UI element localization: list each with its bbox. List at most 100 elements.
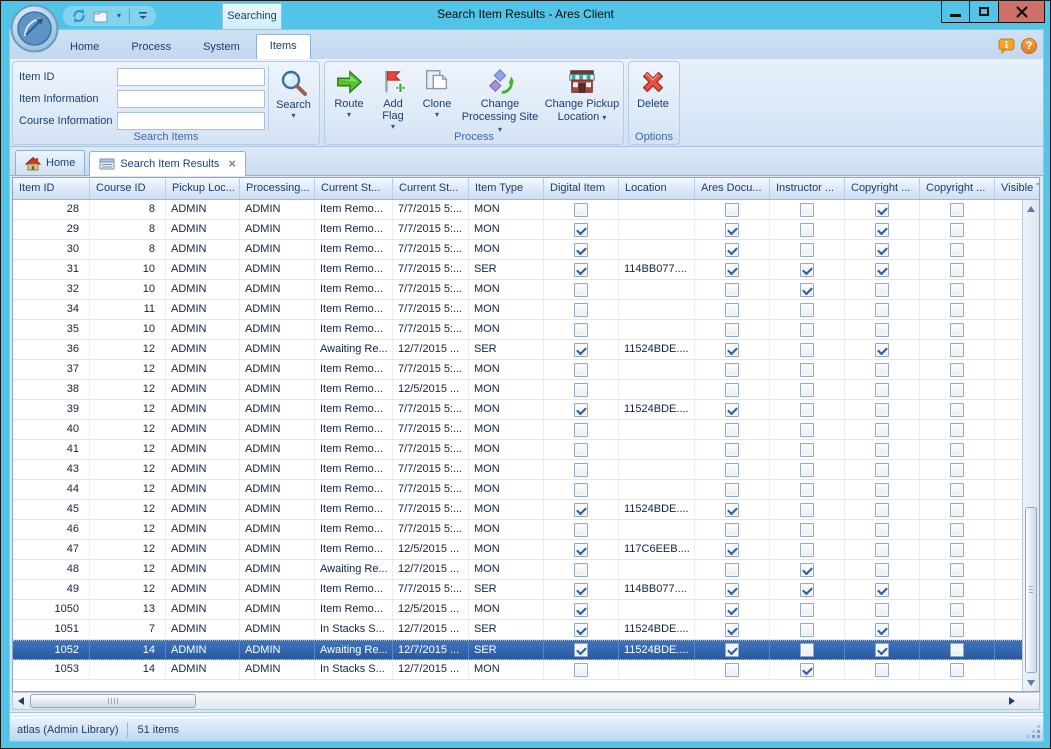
table-row-35[interactable]: 3510ADMINADMINItem Remo...7/7/2015 5:...… (13, 320, 1022, 340)
digital_item-checkbox[interactable] (574, 263, 588, 277)
digital_item-checkbox[interactable] (574, 223, 588, 237)
copyright_2-checkbox[interactable] (950, 663, 964, 677)
copyright_2-checkbox[interactable] (950, 543, 964, 557)
ribbon-tab-items[interactable]: Items (256, 34, 311, 59)
ribbon-tab-process[interactable]: Process (115, 36, 187, 59)
table-row-39[interactable]: 3912ADMINADMINItem Remo...7/7/2015 5:...… (13, 400, 1022, 420)
close-button[interactable] (999, 1, 1045, 23)
ares_document-checkbox[interactable] (725, 563, 739, 577)
copyright_2-checkbox[interactable] (950, 423, 964, 437)
instructor-checkbox[interactable] (800, 563, 814, 577)
document-tab-home[interactable]: Home (15, 150, 85, 175)
column-header-copyright_1[interactable]: Copyright ... (845, 178, 920, 199)
document-tab-search-item-results[interactable]: Search Item Results × (89, 151, 246, 176)
copyright_2-checkbox[interactable] (950, 283, 964, 297)
digital_item-checkbox[interactable] (574, 563, 588, 577)
instructor-checkbox[interactable] (800, 243, 814, 257)
column-header-processing_site[interactable]: Processing... (240, 178, 315, 199)
instructor-checkbox[interactable] (800, 663, 814, 677)
copyright_2-checkbox[interactable] (950, 563, 964, 577)
instructor-checkbox[interactable] (800, 623, 814, 637)
copyright_1-checkbox[interactable] (875, 403, 889, 417)
table-row-38[interactable]: 3812ADMINADMINItem Remo...12/5/2015 ...M… (13, 380, 1022, 400)
copyright_1-checkbox[interactable] (875, 483, 889, 497)
copyright_2-checkbox[interactable] (950, 323, 964, 337)
ares_document-checkbox[interactable] (725, 663, 739, 677)
ares_document-checkbox[interactable] (725, 323, 739, 337)
table-row-49[interactable]: 4912ADMINADMINItem Remo...7/7/2015 5:...… (13, 580, 1022, 600)
copyright_2-checkbox[interactable] (950, 483, 964, 497)
copyright_1-checkbox[interactable] (875, 523, 889, 537)
copyright_2-checkbox[interactable] (950, 463, 964, 477)
table-row-28[interactable]: 288ADMINADMINItem Remo...7/7/2015 5:...M… (13, 200, 1022, 220)
contextual-tab-searching[interactable]: Searching (222, 3, 282, 29)
customize-qat-icon[interactable] (138, 11, 148, 21)
copyright_2-checkbox[interactable] (950, 643, 964, 657)
minimize-button[interactable] (941, 1, 970, 23)
ares_document-checkbox[interactable] (725, 603, 739, 617)
digital_item-checkbox[interactable] (574, 363, 588, 377)
digital_item-checkbox[interactable] (574, 543, 588, 557)
ares_document-checkbox[interactable] (725, 443, 739, 457)
item-information-input[interactable] (117, 90, 265, 108)
table-row-43[interactable]: 4312ADMINADMINItem Remo...7/7/2015 5:...… (13, 460, 1022, 480)
application-menu-button[interactable] (10, 4, 59, 53)
digital_item-checkbox[interactable] (574, 283, 588, 297)
copyright_1-checkbox[interactable] (875, 603, 889, 617)
instructor-checkbox[interactable] (800, 263, 814, 277)
digital_item-checkbox[interactable] (574, 443, 588, 457)
table-row-32[interactable]: 3210ADMINADMINItem Remo...7/7/2015 5:...… (13, 280, 1022, 300)
ares_document-checkbox[interactable] (725, 363, 739, 377)
ribbon-tab-home[interactable]: Home (54, 36, 115, 59)
copyright_2-checkbox[interactable] (950, 603, 964, 617)
digital_item-checkbox[interactable] (574, 323, 588, 337)
table-row-46[interactable]: 4612ADMINADMINItem Remo...7/7/2015 5:...… (13, 520, 1022, 540)
copyright_2-checkbox[interactable] (950, 303, 964, 317)
instructor-checkbox[interactable] (800, 423, 814, 437)
scroll-up-button[interactable] (1023, 200, 1039, 217)
copyright_1-checkbox[interactable] (875, 583, 889, 597)
scroll-right-icon[interactable] (1009, 697, 1015, 705)
tab-close-icon[interactable]: × (228, 157, 236, 170)
digital_item-checkbox[interactable] (574, 243, 588, 257)
copyright_1-checkbox[interactable] (875, 223, 889, 237)
ares_document-checkbox[interactable] (725, 283, 739, 297)
scroll-down-button[interactable] (1023, 674, 1039, 691)
copyright_2-checkbox[interactable] (950, 203, 964, 217)
copyright_1-checkbox[interactable] (875, 263, 889, 277)
table-row-1050[interactable]: 105013ADMINADMINItem Remo...12/5/2015 ..… (13, 600, 1022, 620)
copyright_1-checkbox[interactable] (875, 503, 889, 517)
copyright_1-checkbox[interactable] (875, 283, 889, 297)
instructor-checkbox[interactable] (800, 643, 814, 657)
table-row-37[interactable]: 3712ADMINADMINItem Remo...7/7/2015 5:...… (13, 360, 1022, 380)
ares_document-checkbox[interactable] (725, 623, 739, 637)
column-header-digital_item[interactable]: Digital Item (544, 178, 619, 199)
copyright_1-checkbox[interactable] (875, 643, 889, 657)
resize-grip[interactable] (1027, 725, 1041, 739)
ares_document-checkbox[interactable] (725, 383, 739, 397)
table-row-41[interactable]: 4112ADMINADMINItem Remo...7/7/2015 5:...… (13, 440, 1022, 460)
copyright_1-checkbox[interactable] (875, 663, 889, 677)
copyright_1-checkbox[interactable] (875, 303, 889, 317)
table-row-31[interactable]: 3110ADMINADMINItem Remo...7/7/2015 5:...… (13, 260, 1022, 280)
instructor-checkbox[interactable] (800, 523, 814, 537)
column-header-pickup_location[interactable]: Pickup Loc... (166, 178, 240, 199)
item-id-input[interactable] (117, 68, 265, 86)
copyright_1-checkbox[interactable] (875, 243, 889, 257)
copyright_2-checkbox[interactable] (950, 263, 964, 277)
ares_document-checkbox[interactable] (725, 503, 739, 517)
horizontal-scrollbar-thumb[interactable] (30, 694, 196, 708)
table-row-36[interactable]: 3612ADMINADMINAwaiting Re...12/7/2015 ..… (13, 340, 1022, 360)
table-row-1053[interactable]: 105314ADMINADMINIn Stacks S...12/7/2015 … (13, 660, 1022, 680)
ares_document-checkbox[interactable] (725, 243, 739, 257)
instructor-checkbox[interactable] (800, 583, 814, 597)
column-header-item_type[interactable]: Item Type (469, 178, 544, 199)
copyright_2-checkbox[interactable] (950, 403, 964, 417)
copyright_1-checkbox[interactable] (875, 543, 889, 557)
copyright_2-checkbox[interactable] (950, 583, 964, 597)
instructor-checkbox[interactable] (800, 303, 814, 317)
digital_item-checkbox[interactable] (574, 423, 588, 437)
instructor-checkbox[interactable] (800, 443, 814, 457)
copyright_1-checkbox[interactable] (875, 343, 889, 357)
copyright_2-checkbox[interactable] (950, 363, 964, 377)
